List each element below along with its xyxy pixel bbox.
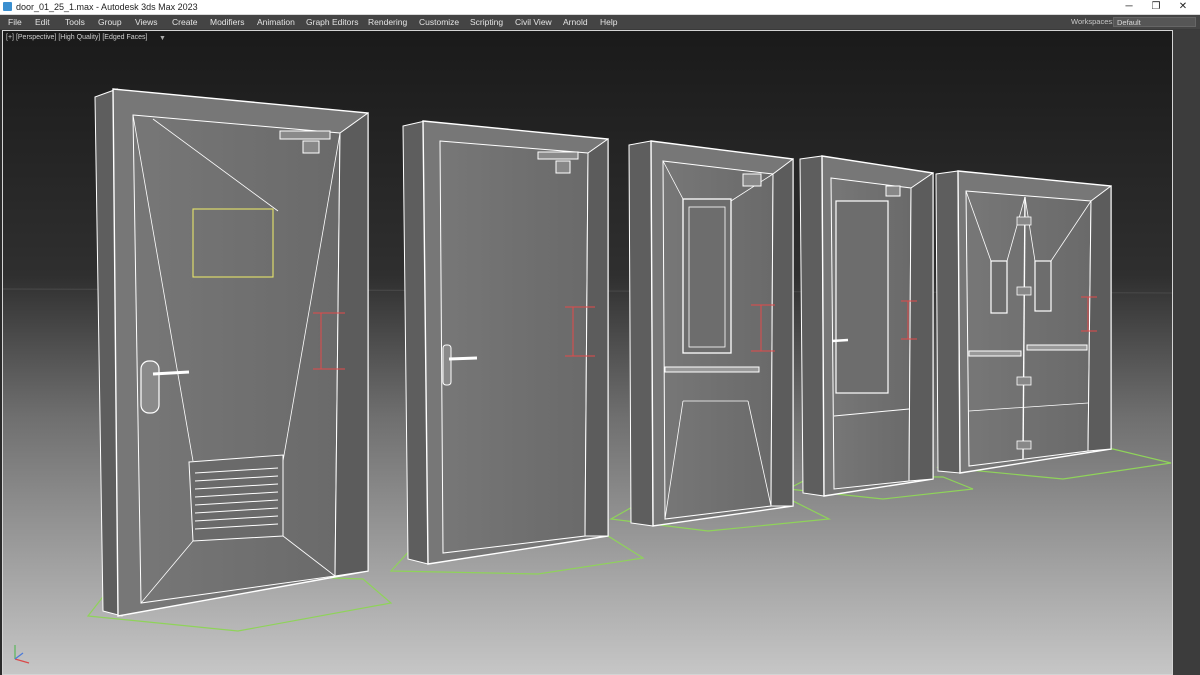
door-3-vision-panel [682,198,732,354]
door-3-frame-depth [628,140,654,527]
door-4-frame-depth [799,155,825,497]
door-5-left-vision-panel [990,260,1008,314]
door-3-jamb [770,158,794,507]
door-2-jamb [584,138,609,537]
door-2-plain[interactable] [402,120,609,565]
restore-button[interactable]: ❐ [1143,0,1169,14]
menu-civil-view[interactable]: Civil View [515,16,552,28]
door-4-glass-panel [835,200,889,394]
door-3-push-bar [664,366,760,373]
menu-edit[interactable]: Edit [35,16,50,28]
door-5-jamb [1087,185,1112,452]
menu-help[interactable]: Help [600,16,617,28]
door-4-jamb [908,172,934,482]
door-1-closer-arm [302,140,320,154]
menu-file[interactable]: File [8,16,22,28]
door-2-closer-arm [555,160,571,174]
title-bar: door_01_25_1.max - Autodesk 3ds Max 2023… [0,0,1200,15]
viewport-label: [+] [Perspective] [High Quality] [Edged … [6,33,147,43]
menu-scripting[interactable]: Scripting [470,16,503,28]
viewport-quality-label[interactable]: [High Quality] [58,34,100,41]
door-1-lever-handle [152,370,190,376]
door-1-louver[interactable] [94,88,369,617]
app-icon [3,2,12,11]
door-3-vision-push-bar[interactable] [628,140,794,527]
viewport-shading-label[interactable]: [Edged Faces] [102,34,147,41]
door-2-escutcheon [442,344,452,386]
menu-rendering[interactable]: Rendering [368,16,407,28]
menu-customize[interactable]: Customize [419,16,459,28]
door-4-glazed[interactable] [799,155,934,497]
perspective-viewport[interactable]: [+] [Perspective] [High Quality] [Edged … [2,30,1173,675]
viewport-scene[interactable] [3,31,1172,674]
door-1-lock-escutcheon [140,360,160,414]
door-1-jamb [334,112,369,577]
menu-modifiers[interactable]: Modifiers [210,16,244,28]
viewport-menu-plus[interactable]: [+] [6,34,14,41]
menu-views[interactable]: Views [135,16,158,28]
menu-animation[interactable]: Animation [257,16,295,28]
workspace-dropdown[interactable]: Default [1113,17,1196,27]
menu-group[interactable]: Group [98,16,122,28]
door-4-handle [831,338,849,343]
minimize-button[interactable]: ─ [1116,0,1142,14]
door-5-frame-depth [935,170,961,474]
door-2-lever-handle [448,356,478,361]
door-5-right-vision-panel [1034,260,1052,312]
door-3-closer [742,173,762,187]
door-5-leaves [965,190,1092,467]
menu-graph-editors[interactable]: Graph Editors [306,16,358,28]
door-5-double[interactable] [935,170,1112,474]
window-title: door_01_25_1.max - Autodesk 3ds Max 2023 [16,2,198,12]
menu-arnold[interactable]: Arnold [563,16,588,28]
door-5-right-push-bar [1026,344,1088,351]
door-4-closer [885,185,901,197]
door-1-closer [279,130,331,140]
menu-tools[interactable]: Tools [65,16,85,28]
workspaces-label: Workspaces: [1071,17,1115,26]
menu-bar: File Edit Tools Group Views Create Modif… [0,15,1200,30]
menu-create[interactable]: Create [172,16,198,28]
door-2-closer [537,151,579,160]
viewport-view-label[interactable]: [Perspective] [16,34,56,41]
door-5-left-push-bar [968,350,1022,357]
viewport-filter-icon[interactable]: ▼ [159,34,166,43]
right-side-panel [1173,30,1200,675]
close-button[interactable]: ✕ [1170,0,1196,14]
door-2-leaf [439,140,589,554]
